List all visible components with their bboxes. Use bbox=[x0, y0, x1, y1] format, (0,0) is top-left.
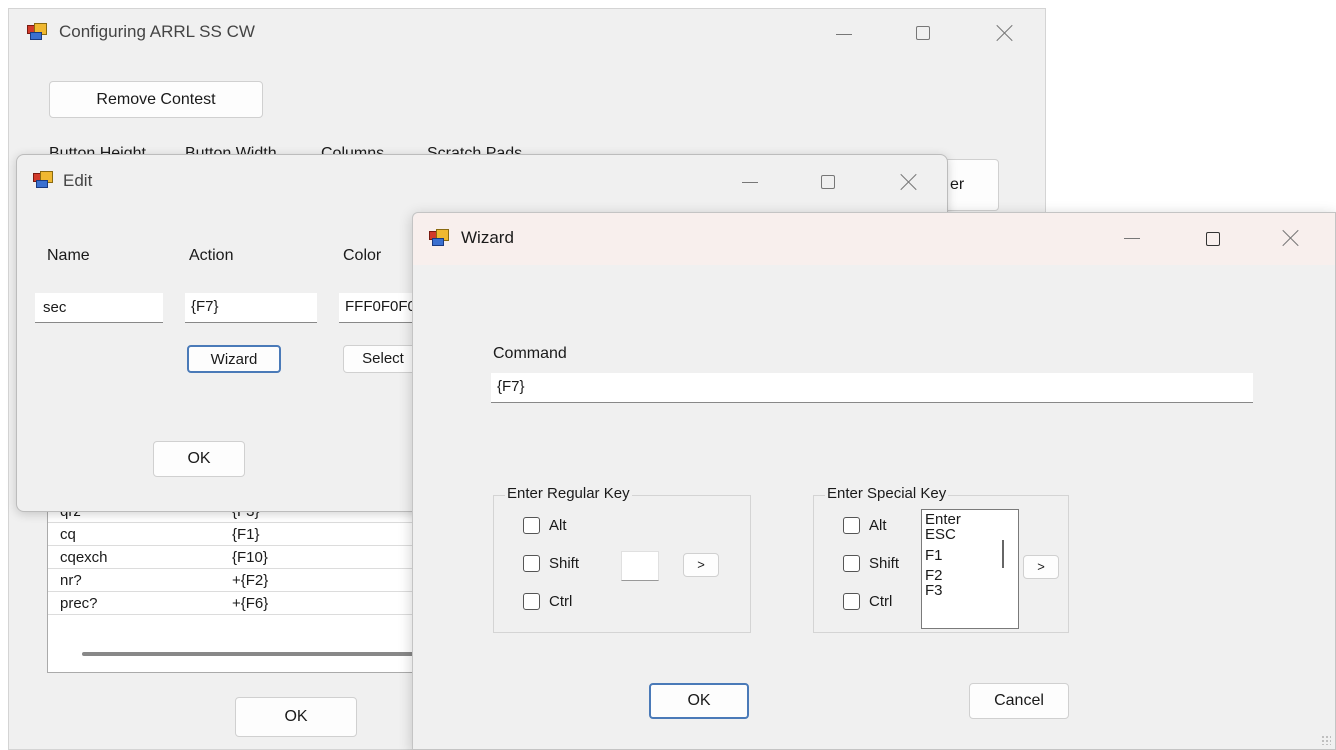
name-field[interactable]: sec bbox=[35, 293, 163, 323]
main-window-title: Configuring ARRL SS CW bbox=[59, 22, 255, 41]
horizontal-scrollbar[interactable] bbox=[82, 652, 422, 656]
color-label: Color bbox=[343, 247, 382, 264]
list-item[interactable]: F3 bbox=[922, 583, 1018, 598]
wizard-ok-button[interactable]: OK bbox=[649, 683, 749, 719]
regular-ctrl-checkbox[interactable] bbox=[523, 593, 540, 610]
table-row[interactable]: cqexch {F10} bbox=[48, 546, 426, 569]
special-ctrl-label: Ctrl bbox=[869, 593, 893, 610]
close-icon[interactable] bbox=[1281, 228, 1301, 248]
command-field[interactable]: {F7} bbox=[491, 373, 1253, 403]
name-label: Name bbox=[47, 247, 90, 264]
table-row[interactable]: prec? +{F6} bbox=[48, 592, 426, 615]
maximize-icon[interactable] bbox=[916, 26, 930, 40]
select-color-button[interactable]: Select bbox=[343, 345, 423, 373]
resize-grip-icon[interactable] bbox=[1321, 735, 1331, 745]
regular-key-group-title: Enter Regular Key bbox=[505, 485, 632, 502]
cell-name: nr? bbox=[60, 572, 82, 589]
cell-action: {F10} bbox=[232, 549, 268, 566]
cell-name: prec? bbox=[60, 595, 98, 612]
cell-action: +{F2} bbox=[232, 572, 269, 589]
app-icon bbox=[33, 171, 53, 189]
regular-alt-checkbox[interactable] bbox=[523, 517, 540, 534]
cell-name: cqexch bbox=[60, 549, 108, 566]
minimize-icon[interactable] bbox=[833, 23, 855, 43]
partial-button[interactable]: er bbox=[941, 159, 999, 211]
minimize-icon[interactable] bbox=[739, 171, 761, 191]
special-shift-checkbox[interactable] bbox=[843, 555, 860, 572]
regular-ctrl-label: Ctrl bbox=[549, 593, 573, 610]
close-icon[interactable] bbox=[899, 172, 919, 192]
special-alt-checkbox[interactable] bbox=[843, 517, 860, 534]
wizard-dialog: Wizard Command {F7} Enter Regular Key Al… bbox=[412, 212, 1336, 750]
special-key-add-button[interactable]: > bbox=[1023, 555, 1059, 579]
main-titlebar: Configuring ARRL SS CW bbox=[9, 9, 1045, 55]
special-ctrl-checkbox[interactable] bbox=[843, 593, 860, 610]
special-alt-label: Alt bbox=[869, 517, 887, 534]
close-icon[interactable] bbox=[995, 23, 1015, 43]
maximize-icon[interactable] bbox=[821, 175, 835, 189]
edit-dialog-title: Edit bbox=[63, 171, 93, 190]
wizard-cancel-button[interactable]: Cancel bbox=[969, 683, 1069, 719]
special-shift-label: Shift bbox=[869, 555, 900, 572]
partial-button-label: er bbox=[950, 176, 965, 193]
regular-shift-checkbox[interactable] bbox=[523, 555, 540, 572]
macro-grid: qrz {F3} cq {F1} cqexch {F10} nr? +{F2} … bbox=[47, 499, 427, 673]
main-ok-button[interactable]: OK bbox=[235, 697, 357, 737]
maximize-icon[interactable] bbox=[1206, 232, 1220, 246]
table-row[interactable]: nr? +{F2} bbox=[48, 569, 426, 592]
list-scrollbar[interactable] bbox=[1002, 540, 1004, 568]
regular-alt-label: Alt bbox=[549, 517, 567, 534]
edit-ok-button[interactable]: OK bbox=[153, 441, 245, 477]
action-field[interactable]: {F7} bbox=[185, 293, 317, 323]
table-row[interactable]: cq {F1} bbox=[48, 523, 426, 546]
wizard-button[interactable]: Wizard bbox=[187, 345, 281, 373]
regular-shift-label: Shift bbox=[549, 555, 580, 572]
app-icon bbox=[429, 229, 449, 247]
table-row-empty bbox=[48, 615, 426, 638]
wizard-titlebar: Wizard bbox=[413, 213, 1335, 265]
app-icon bbox=[27, 23, 47, 41]
special-key-group-title: Enter Special Key bbox=[825, 485, 949, 502]
minimize-icon[interactable] bbox=[1121, 227, 1143, 247]
regular-key-add-button[interactable]: > bbox=[683, 553, 719, 577]
command-label: Command bbox=[493, 345, 567, 362]
list-item[interactable]: Enter bbox=[922, 512, 1018, 527]
color-field[interactable]: FFF0F0F0 bbox=[339, 293, 419, 323]
remove-contest-button[interactable]: Remove Contest bbox=[49, 81, 263, 118]
regular-key-input[interactable] bbox=[621, 551, 659, 581]
special-key-list[interactable]: Enter ESC F1 F2 F3 bbox=[921, 509, 1019, 629]
cell-action: +{F6} bbox=[232, 595, 269, 612]
cell-name: cq bbox=[60, 526, 76, 543]
wizard-dialog-title: Wizard bbox=[461, 228, 514, 247]
list-item[interactable]: F2 bbox=[922, 568, 1018, 583]
cell-action: {F1} bbox=[232, 526, 260, 543]
edit-titlebar: Edit bbox=[17, 155, 947, 201]
action-label: Action bbox=[189, 247, 234, 264]
